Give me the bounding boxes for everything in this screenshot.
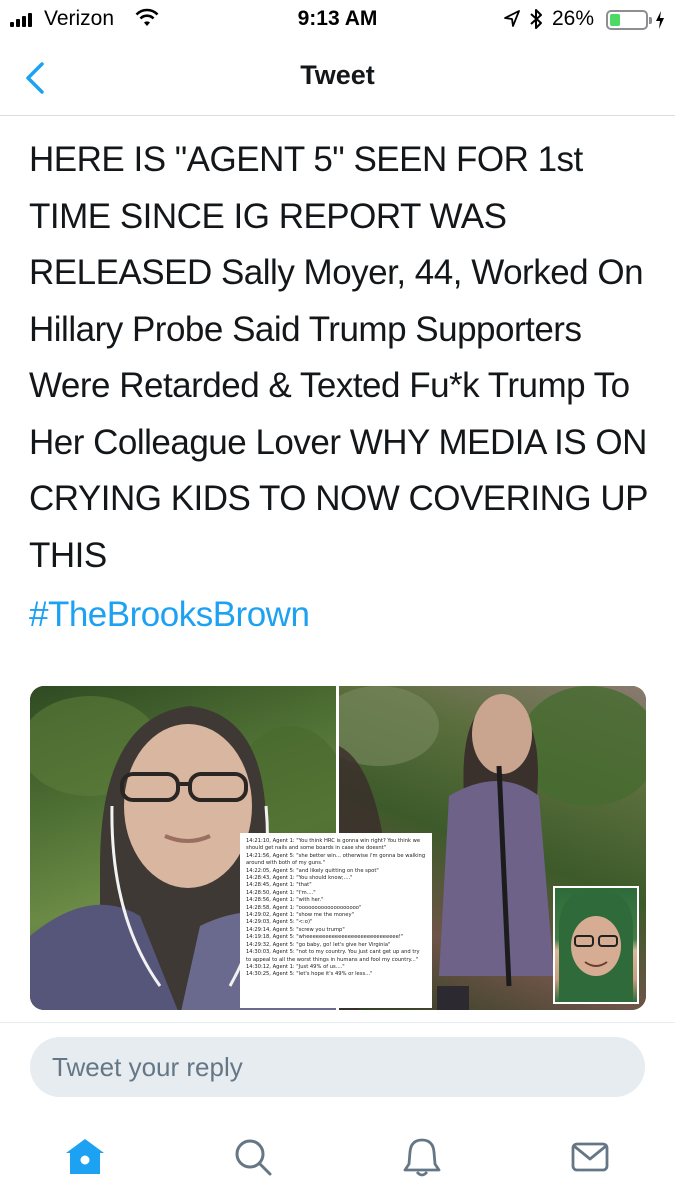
- nav-bar: Tweet: [0, 40, 675, 116]
- tweet-media[interactable]: 14:21:10, Agent 1: "You think HRC is gon…: [30, 686, 646, 1010]
- bell-icon: [403, 1138, 441, 1177]
- text-message-transcript: 14:21:10, Agent 1: "You think HRC is gon…: [240, 833, 432, 1008]
- mail-icon: [571, 1142, 609, 1172]
- transcript-line: 14:28:43, Agent 1: "You should know;....…: [246, 875, 353, 882]
- transcript-line: 14:29:14, Agent 5: "screw you trump": [246, 926, 345, 933]
- battery-percent: 26%: [552, 7, 595, 30]
- transcript-line: 14:28:58, Agent 1: "ooooooooooooooooooo": [246, 904, 362, 911]
- reply-area: [0, 1022, 675, 1114]
- bluetooth-icon: [529, 7, 543, 36]
- transcript-line: 14:19:18, Agent 5: "wheeeeeeeeeeeeeeeeee…: [246, 934, 404, 941]
- charging-icon: [654, 10, 666, 35]
- search-icon: [235, 1139, 272, 1176]
- transcript-line: 14:28:45, Agent 1: "that": [246, 882, 312, 889]
- tab-home[interactable]: [60, 1134, 110, 1180]
- hashtag-link[interactable]: #TheBrooksBrown: [29, 595, 310, 635]
- status-bar: Verizon 9:13 AM 26%: [0, 0, 675, 40]
- inset-photo-man: [553, 886, 639, 1004]
- tab-notifications[interactable]: [397, 1134, 447, 1180]
- transcript-line: 14:29:32, Agent 5: "go baby, go! let's g…: [246, 941, 391, 948]
- location-icon: [503, 9, 521, 34]
- page-title: Tweet: [300, 60, 375, 90]
- transcript-line: 14:29:03, Agent 5: "<:o)": [246, 919, 313, 926]
- transcript-line: 14:30:12, Agent 1: "Just 49% of us....": [246, 963, 345, 970]
- home-icon: [66, 1139, 104, 1174]
- battery-icon: [606, 10, 652, 30]
- tab-messages[interactable]: [565, 1134, 615, 1180]
- transcript-line: 14:22:05, Agent 5: "and likely quitting …: [246, 867, 379, 874]
- transcript-line: 14:30:25, Agent 5: "let's hope it's 49% …: [246, 971, 373, 978]
- tab-search[interactable]: [228, 1134, 278, 1180]
- transcript-line: 14:28:56, Agent 1: "with her.": [246, 897, 324, 904]
- transcript-line: 14:21:10, Agent 1: "You think HRC is gon…: [246, 838, 421, 852]
- transcript-line: 14:28:50, Agent 1: "I'm....": [246, 889, 316, 896]
- tab-bar: [0, 1114, 675, 1200]
- transcript-line: 14:21:56, Agent 5: "she better win... ot…: [246, 852, 426, 867]
- transcript-line: 14:29:02, Agent 1: "show me the money": [246, 912, 354, 919]
- transcript-line: 14:30:03, Agent 5: "not to my country. Y…: [246, 949, 420, 963]
- tweet-text: HERE IS "AGENT 5" SEEN FOR 1st TIME SINC…: [29, 140, 648, 575]
- reply-input[interactable]: [30, 1037, 645, 1097]
